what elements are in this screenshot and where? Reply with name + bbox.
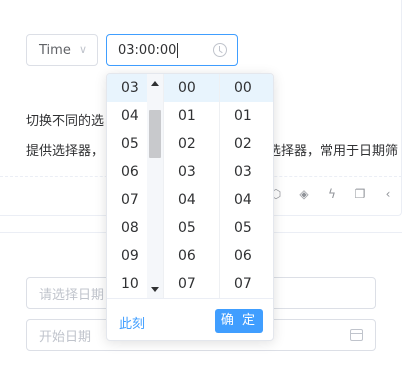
time-input-value: 03:00:00 — [118, 42, 177, 58]
second-option[interactable]: 06 — [220, 242, 273, 270]
calendar-icon — [350, 329, 363, 341]
date-input-placeholder: 请选择日期 — [39, 287, 105, 303]
second-option[interactable]: 00 — [220, 74, 273, 102]
minute-option[interactable]: 06 — [164, 242, 219, 270]
minute-option[interactable]: 07 — [164, 270, 219, 298]
chevron-left-icon[interactable]: ‹ — [380, 186, 396, 202]
clock-icon — [213, 43, 227, 57]
picker-footer: 此刻 确 定 — [107, 298, 273, 340]
demo-toolbar: ⬡ ◈ ϟ ❐ ‹ — [268, 186, 396, 202]
minute-option[interactable]: 02 — [164, 130, 219, 158]
scroll-down-arrow-icon[interactable] — [151, 287, 159, 292]
time-input[interactable]: 03:00:00 — [106, 34, 238, 66]
second-option[interactable]: 03 — [220, 158, 273, 186]
description-line-1: 切换不同的选 — [26, 114, 105, 129]
copy-icon[interactable]: ❐ — [352, 186, 368, 202]
minute-option[interactable]: 05 — [164, 214, 219, 242]
scrollbar-track[interactable] — [147, 74, 163, 298]
scroll-up-arrow-icon[interactable] — [151, 81, 159, 86]
description-line-2-right: 选择器，常用于日期筛 — [268, 144, 399, 159]
minute-option[interactable]: 03 — [164, 158, 219, 186]
minute-option[interactable]: 04 — [164, 186, 219, 214]
hours-column[interactable]: 03 04 05 06 07 08 09 10 — [107, 74, 163, 298]
type-select-value: Time — [39, 42, 71, 58]
second-option[interactable]: 01 — [220, 102, 273, 130]
type-select[interactable]: Time ∨ — [26, 34, 98, 66]
now-button[interactable]: 此刻 — [119, 313, 145, 332]
minutes-column[interactable]: 00 01 02 03 04 05 06 07 — [163, 74, 219, 298]
codepen-icon[interactable]: ◈ — [296, 186, 312, 202]
minute-option[interactable]: 00 — [164, 74, 219, 102]
time-picker-panel: 03 04 05 06 07 08 09 10 00 01 02 03 04 0… — [106, 73, 274, 341]
second-option[interactable]: 02 — [220, 130, 273, 158]
second-option[interactable]: 04 — [220, 186, 273, 214]
second-option[interactable]: 05 — [220, 214, 273, 242]
scrollbar-thumb[interactable] — [149, 110, 161, 158]
second-option[interactable]: 07 — [220, 270, 273, 298]
chevron-down-icon: ∨ — [78, 43, 87, 56]
description-line-2: 提供选择器， — [26, 144, 105, 159]
start-date-placeholder: 开始日期 — [39, 329, 92, 345]
lightning-icon[interactable]: ϟ — [324, 186, 340, 202]
minute-option[interactable]: 01 — [164, 102, 219, 130]
text-caret — [177, 42, 179, 58]
confirm-button[interactable]: 确 定 — [215, 309, 263, 333]
seconds-column[interactable]: 00 01 02 03 04 05 06 07 — [219, 74, 273, 298]
